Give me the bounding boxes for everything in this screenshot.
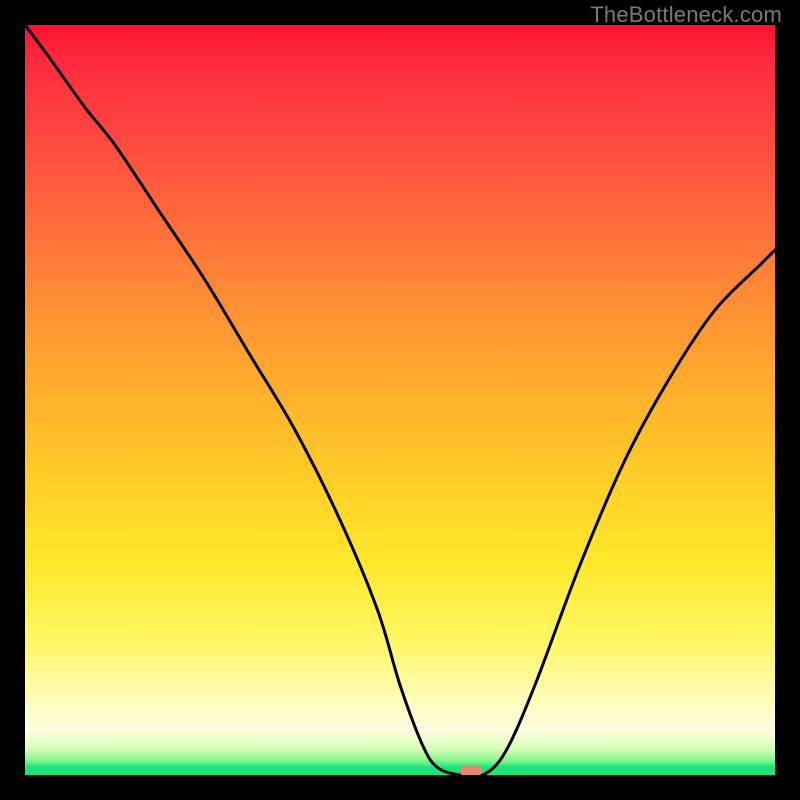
chart-frame bbox=[15, 15, 785, 785]
plot-area bbox=[25, 25, 775, 775]
bottleneck-curve bbox=[25, 25, 775, 775]
